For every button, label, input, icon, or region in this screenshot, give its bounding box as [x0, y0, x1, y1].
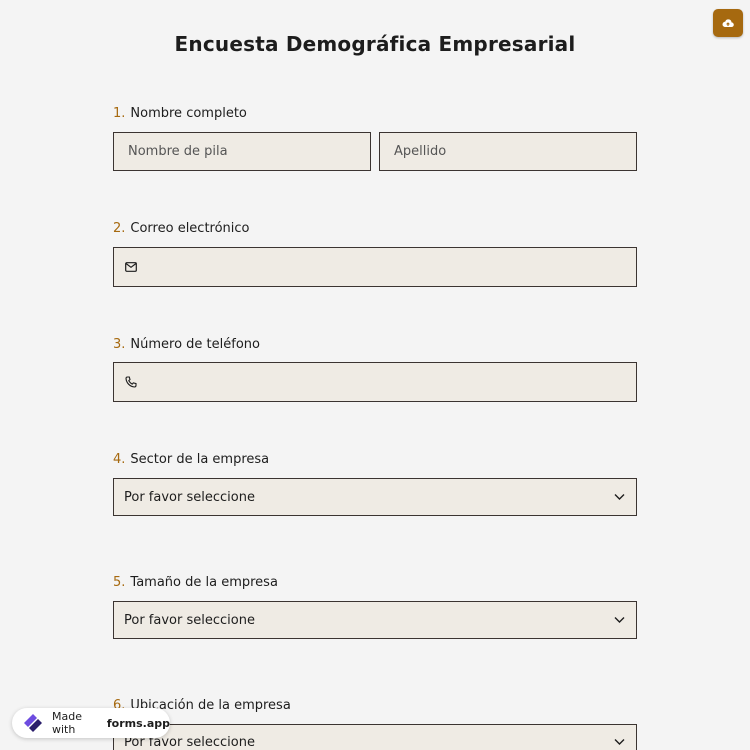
envelope-icon — [125, 262, 137, 272]
phone-icon — [125, 376, 137, 388]
email-input[interactable] — [113, 247, 637, 287]
question-label-company-size: 5. Tamaño de la empresa — [113, 575, 278, 590]
cloud-upload-icon — [722, 18, 734, 28]
company-size-select[interactable]: Por favor seleccione — [113, 601, 637, 639]
question-label-phone: 3. Número de teléfono — [113, 337, 260, 352]
question-label-full-name: 1. Nombre completo — [113, 106, 247, 121]
last-name-input[interactable]: Apellido — [379, 132, 637, 171]
location-select[interactable]: Por favor seleccione — [113, 724, 637, 750]
forms-app-logo-icon — [20, 711, 46, 735]
question-label-email: 2. Correo electrónico — [113, 221, 250, 236]
sector-select[interactable]: Por favor seleccione — [113, 478, 637, 516]
page-title: Encuesta Demográfica Empresarial — [174, 32, 576, 56]
chevron-down-icon — [614, 494, 625, 501]
question-label-sector: 4. Sector de la empresa — [113, 452, 270, 467]
made-with-badge[interactable]: Made with forms.app — [12, 708, 170, 738]
chevron-down-icon — [614, 617, 625, 624]
first-name-input[interactable]: Nombre de pila — [113, 132, 371, 171]
chevron-down-icon — [614, 739, 625, 746]
phone-input[interactable] — [113, 362, 637, 402]
